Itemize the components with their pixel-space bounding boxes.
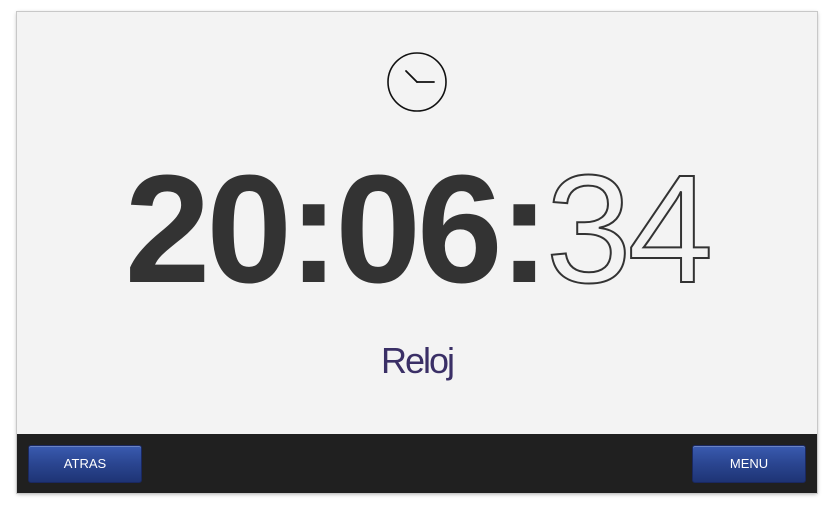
menu-button[interactable]: MENU — [692, 445, 806, 483]
minutes-value: 06 — [335, 143, 502, 315]
screen-title: Reloj — [380, 340, 455, 381]
back-button[interactable]: ATRAS — [28, 445, 142, 483]
time-separator: : — [288, 143, 339, 315]
seconds-value: 34 — [545, 143, 714, 315]
time-display: 20:06:34 — [17, 151, 817, 307]
time-separator: : — [498, 143, 550, 315]
bottom-toolbar: ATRAS MENU — [17, 434, 817, 493]
clock-screen: 20:06:34 Reloj ATRAS MENU — [17, 12, 817, 493]
clock-icon — [386, 51, 448, 113]
hours-value: 20 — [124, 143, 292, 315]
